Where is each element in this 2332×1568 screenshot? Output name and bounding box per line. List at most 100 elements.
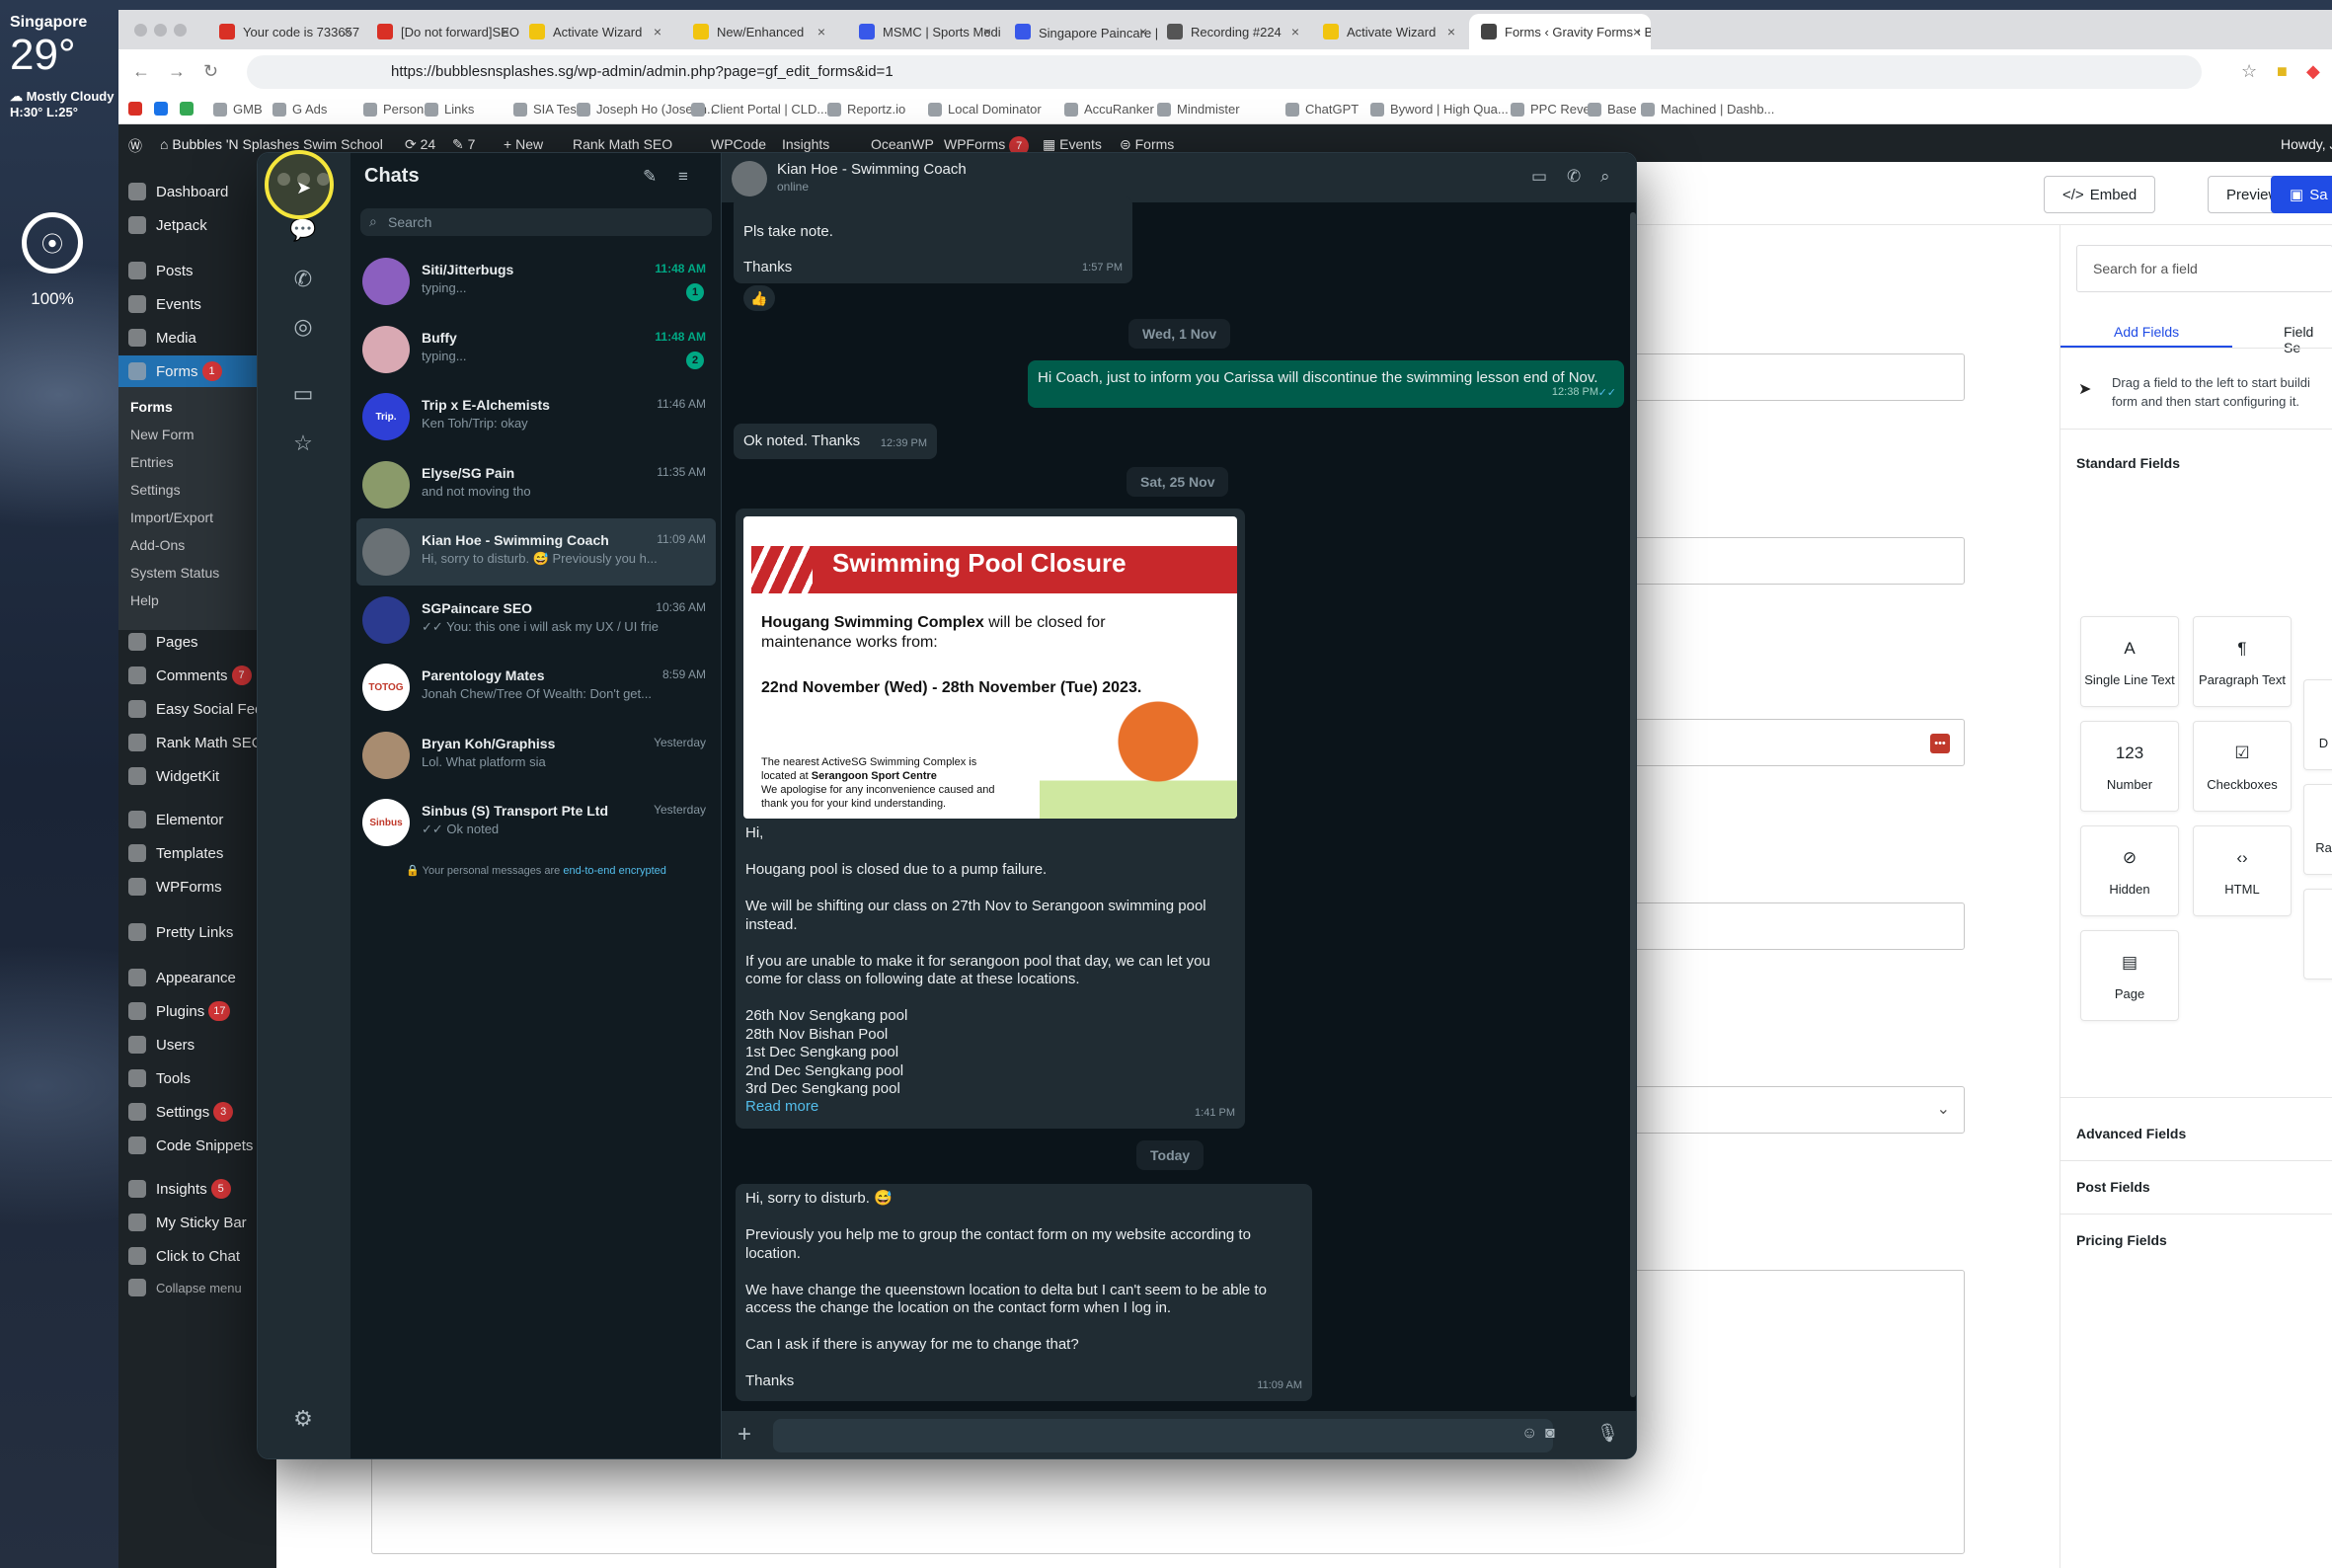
tab-add-fields[interactable]: Add Fields <box>2114 324 2179 340</box>
save-form-button[interactable]: ▣ Sa <box>2271 176 2332 213</box>
forms-submenu-item[interactable]: Import/Export <box>130 510 213 525</box>
admin-bar-comments[interactable]: ✎ 7 <box>452 136 475 153</box>
chat-list-item[interactable]: Elyse/SG Pain and not moving tho 11:35 AM <box>356 451 716 518</box>
sidebar-item-comments[interactable]: Comments 7 <box>118 660 276 691</box>
chat-list-item[interactable]: Bryan Koh/Graphiss Lol. What platform sia… <box>356 722 716 789</box>
window-close-button[interactable] <box>134 24 147 37</box>
reload-icon[interactable]: ↻ <box>203 61 218 82</box>
field-card-page[interactable]: ▤ Page <box>2080 930 2179 1021</box>
contact-name[interactable]: Kian Hoe - Swimming Coach <box>777 161 967 178</box>
bookmark-4[interactable]: SIA Tests <box>513 102 586 117</box>
chat-avatar[interactable] <box>362 460 410 509</box>
sidebar-item-code-snippets[interactable]: Code Snippets <box>118 1130 276 1161</box>
tab-field-settings[interactable]: Field Se <box>2284 324 2332 355</box>
field-card-html[interactable]: ‹› HTML <box>2193 825 2292 916</box>
chats-icon[interactable]: 💬 <box>287 214 319 246</box>
close-tab-icon[interactable]: × <box>502 24 509 39</box>
sidebar-item-pretty-links[interactable]: Pretty Links <box>118 916 276 948</box>
bookmark-star-icon[interactable]: ☆ <box>2241 61 2257 82</box>
post-fields-heading[interactable]: Post Fields <box>2076 1179 2150 1195</box>
filter-icon[interactable]: ≡ <box>678 167 688 187</box>
reaction-thumbs-up[interactable]: 👍 <box>743 285 775 311</box>
bookmark-10[interactable]: Mindmister <box>1157 102 1240 117</box>
close-tab-icon[interactable]: × <box>1291 24 1299 39</box>
sidebar-item-pages[interactable]: Pages <box>118 626 276 658</box>
address-bar[interactable]: https://bubblesnsplashes.sg/wp-admin/adm… <box>247 55 2202 89</box>
sidebar-item-events[interactable]: Events <box>118 288 276 320</box>
forward-icon[interactable]: → <box>168 61 186 82</box>
field-card-single-line-text[interactable]: A Single Line Text <box>2080 616 2179 707</box>
forms-submenu-item[interactable]: Settings <box>130 482 181 498</box>
bookmark-7[interactable]: Reportz.io <box>827 102 905 117</box>
chat-avatar[interactable]: Sinbus <box>362 799 410 846</box>
forms-submenu-item[interactable]: Forms <box>130 399 173 415</box>
tab-2[interactable]: Activate Wizard × <box>517 14 671 49</box>
sidebar-item-click-to-chat[interactable]: Click to Chat <box>118 1240 276 1272</box>
status-icon[interactable]: ◎ <box>287 311 319 343</box>
sidebar-item-settings[interactable]: Settings 3 <box>118 1096 276 1128</box>
contact-avatar[interactable] <box>732 161 767 196</box>
bookmark-15[interactable]: Machined | Dashb... <box>1641 102 1774 117</box>
admin-bar-insights[interactable]: Insights <box>782 136 829 152</box>
chat-avatar[interactable] <box>362 528 410 576</box>
new-chat-icon[interactable]: ✎ <box>643 167 657 187</box>
read-more-link[interactable]: Read more <box>745 1097 818 1116</box>
message-in[interactable]: Ok noted. Thanks 12:39 PM <box>734 424 937 459</box>
field-search-input[interactable]: Search for a field <box>2076 245 2332 292</box>
chat-list-item[interactable]: Kian Hoe - Swimming Coach Hi, sorry to di… <box>356 518 716 586</box>
pricing-fields-heading[interactable]: Pricing Fields <box>2076 1232 2167 1248</box>
e2e-link[interactable]: end-to-end encrypted <box>563 865 666 877</box>
conversation-header[interactable]: Kian Hoe - Swimming Coach online ▭ ✆ ⌕ <box>722 153 1636 202</box>
sidebar-item-posts[interactable]: Posts <box>118 255 276 286</box>
more-options-icon[interactable]: ••• <box>1930 734 1950 753</box>
sidebar-item-tools[interactable]: Tools <box>118 1062 276 1094</box>
chat-avatar[interactable] <box>362 731 410 779</box>
sidebar-item-easy-social-feed[interactable]: Easy Social Feed <box>118 693 276 725</box>
calls-icon[interactable]: ✆ <box>287 264 319 295</box>
close-tab-icon[interactable]: × <box>817 24 825 39</box>
chat-avatar[interactable] <box>362 258 410 305</box>
bookmark-8[interactable]: Local Dominator <box>928 102 1042 117</box>
message-in[interactable]: Hi, sorry to disturb. 😅 Previously you he… <box>736 1184 1312 1401</box>
bookmark-1[interactable]: G Ads <box>272 102 327 117</box>
sidebar-item-dashboard[interactable]: Dashboard <box>118 176 276 207</box>
chat-list-item[interactable]: Sinbus Sinbus (S) Transport Pte Ltd ✓✓ Ok … <box>356 789 716 856</box>
chat-avatar[interactable] <box>362 595 410 644</box>
admin-bar-oceanwp[interactable]: OceanWP <box>871 136 934 152</box>
field-card-number[interactable]: 123 Number <box>2080 721 2179 812</box>
scrollbar[interactable] <box>1630 212 1636 1397</box>
video-call-icon[interactable]: ▭ <box>1531 167 1547 187</box>
tab-7[interactable]: Activate Wizard × <box>1311 14 1465 49</box>
emoji-icon[interactable]: ☺ <box>1521 1425 1537 1443</box>
tab-5[interactable]: Singapore Paincare | 新加坡疼× <box>1003 14 1157 49</box>
back-icon[interactable]: ← <box>132 61 150 82</box>
weather-widget[interactable]: Singapore 29° ☁ Mostly Cloudy H:30° L:25… <box>10 14 118 119</box>
tab-3[interactable]: New/Enhanced × <box>681 14 835 49</box>
bookmark-2[interactable]: Personal <box>363 102 433 117</box>
tab-8[interactable]: Forms ‹ Gravity Forms ‹ Bubbl× <box>1469 14 1651 49</box>
sidebar-item-collapse-menu[interactable]: Collapse menu <box>118 1272 276 1303</box>
bookmark-9[interactable]: AccuRanker <box>1064 102 1154 117</box>
sidebar-item-widgetkit[interactable]: WidgetKit <box>118 760 276 792</box>
search-messages-icon[interactable]: ⌕ <box>1600 167 1610 187</box>
admin-bar-rank-math[interactable]: Rank Math SEO <box>573 136 672 152</box>
chat-avatar[interactable] <box>362 325 410 373</box>
bookmark-11[interactable]: ChatGPT <box>1285 102 1359 117</box>
window-minimize-button[interactable] <box>154 24 167 37</box>
wordpress-logo-icon[interactable]: Ⓦ <box>128 136 142 156</box>
message-input[interactable] <box>773 1419 1553 1452</box>
tab-0[interactable]: Your code is 733657 - joseph× <box>207 14 361 49</box>
forms-submenu-item[interactable]: Add-Ons <box>130 537 185 553</box>
bookmark-12[interactable]: Byword | High Qua... <box>1370 102 1509 117</box>
tab-4[interactable]: MSMC | Sports Medicine Clin× <box>847 14 1001 49</box>
image-message[interactable]: Swimming Pool Closure Hougang Swimming C… <box>736 509 1245 1129</box>
window-zoom-button[interactable] <box>174 24 187 37</box>
advanced-fields-heading[interactable]: Advanced Fields <box>2076 1126 2186 1141</box>
sidebar-item-insights[interactable]: Insights 5 <box>118 1173 276 1205</box>
sidebar-item-forms[interactable]: Forms 1 <box>118 355 276 387</box>
chat-list-item[interactable]: TOTOG Parentology Mates Jonah Chew/Tree Of… <box>356 654 716 721</box>
chat-avatar[interactable]: TOTOG <box>362 664 410 711</box>
close-tab-icon[interactable]: × <box>1139 24 1147 39</box>
archive-icon[interactable]: ▭ <box>287 378 319 410</box>
field-card-hidden[interactable]: ⊘ Hidden <box>2080 825 2179 916</box>
